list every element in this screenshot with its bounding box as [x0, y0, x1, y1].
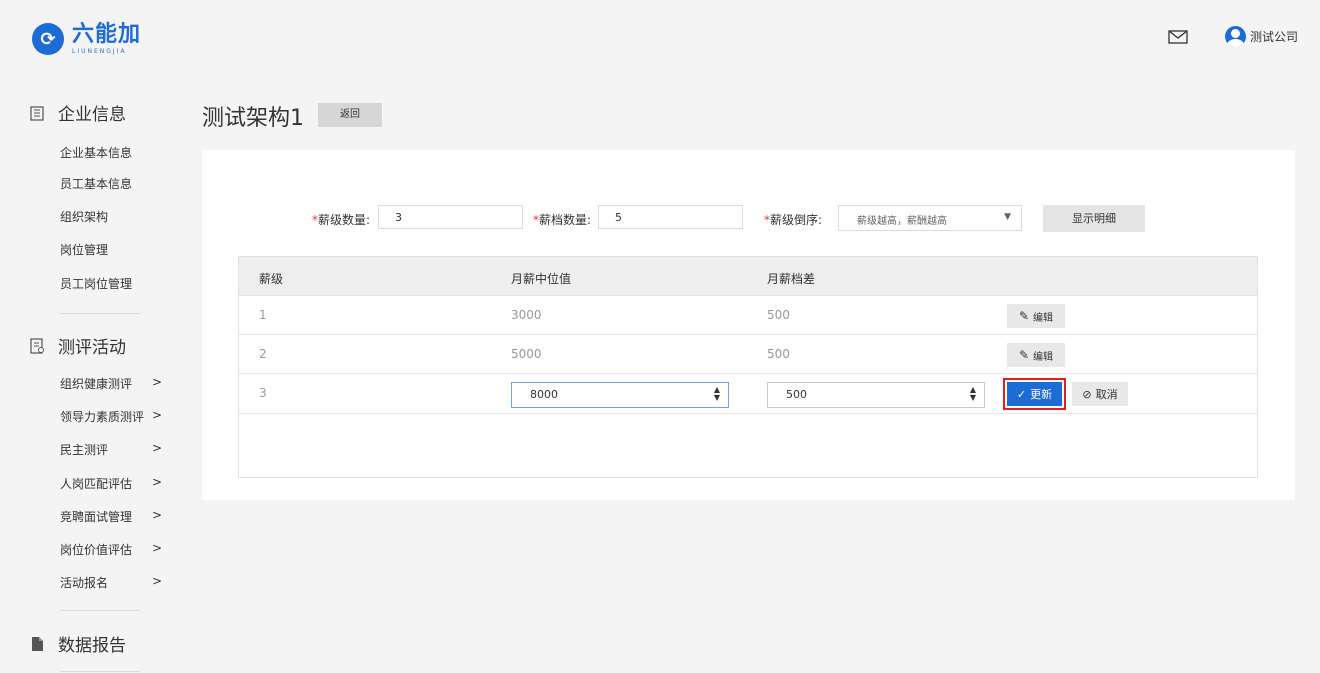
show-detail-button[interactable]: 显示明细	[1043, 205, 1145, 232]
salary-table: 薪级 月薪中位值 月薪档差 1 3000 500 ✎ 编辑 2 5000 500…	[238, 256, 1258, 478]
table-row: 2 5000 500 ✎ 编辑	[239, 334, 1257, 374]
cell-diff: 500	[767, 308, 790, 322]
user-avatar-icon	[1225, 26, 1246, 47]
table-row-editing: 3 8000 ▲ ▼ 500 ▲ ▼ ✓ 更新 ⊘ 取消	[239, 373, 1257, 414]
sidebar-divider	[60, 313, 140, 314]
logo-mark-icon: ⟳	[32, 23, 64, 55]
cell-median: 5000	[511, 347, 542, 361]
band-count-input[interactable]: 5	[598, 205, 743, 229]
update-label: 更新	[1030, 388, 1053, 401]
level-count-input[interactable]: 3	[378, 205, 523, 229]
top-header: ⟳ 六能加 LIUNENGJIA 测试公司	[0, 0, 1320, 75]
sidebar-item-org-health[interactable]: 组织健康测评 >	[60, 375, 170, 392]
median-input[interactable]: 8000 ▲ ▼	[511, 382, 729, 408]
sidebar-item-interview[interactable]: 竞聘面试管理 >	[60, 508, 170, 525]
sidebar: 企业信息 企业基本信息 员工基本信息 组织架构 岗位管理 员工岗位管理 测评活动…	[0, 75, 190, 673]
sidebar-section-title: 测评活动	[58, 338, 126, 358]
sidebar-item-job-value[interactable]: 岗位价值评估 >	[60, 541, 170, 558]
sidebar-section-assessment[interactable]: 测评活动	[28, 333, 126, 358]
pencil-icon: ✎	[1018, 348, 1030, 362]
diff-input[interactable]: 500 ▲ ▼	[767, 382, 985, 408]
column-header-level: 薪级	[259, 272, 284, 286]
sidebar-section-company[interactable]: 企业信息	[28, 100, 126, 125]
sidebar-item-employee-position[interactable]: 员工岗位管理	[60, 275, 170, 292]
table-row: 1 3000 500 ✎ 编辑	[239, 295, 1257, 335]
sidebar-item-registration[interactable]: 活动报名 >	[60, 574, 170, 591]
sidebar-item-employee-info[interactable]: 员工基本信息	[60, 175, 170, 192]
stepper-arrows-icon[interactable]: ▲ ▼	[714, 386, 720, 402]
pencil-icon: ✎	[1018, 309, 1030, 323]
clipboard-icon	[28, 337, 46, 355]
edit-button[interactable]: ✎ 编辑	[1007, 304, 1065, 328]
level-count-label: *薪级数量:	[312, 213, 371, 227]
median-input-value: 8000	[530, 388, 558, 401]
chevron-right-icon: >	[152, 441, 163, 455]
document-icon	[28, 635, 46, 653]
cell-diff: 500	[767, 347, 790, 361]
chevron-right-icon: >	[152, 375, 163, 389]
back-button[interactable]: 返回	[318, 103, 382, 127]
column-header-median: 月薪中位值	[511, 272, 572, 286]
sidebar-item-democratic[interactable]: 民主测评 >	[60, 441, 170, 458]
table-header: 薪级 月薪中位值 月薪档差	[239, 257, 1257, 295]
logo-subtitle: LIUNENGJIA	[72, 47, 127, 55]
sidebar-item-person-job-match[interactable]: 人岗匹配评估 >	[60, 475, 170, 492]
check-icon: ✓	[1016, 387, 1027, 401]
chevron-right-icon: >	[152, 541, 163, 555]
sidebar-item-label: 民主测评	[60, 443, 109, 457]
update-button[interactable]: ✓ 更新	[1003, 378, 1066, 410]
column-header-diff: 月薪档差	[767, 272, 816, 286]
sidebar-item-label: 岗位价值评估	[60, 543, 133, 557]
sidebar-item-company-info[interactable]: 企业基本信息	[60, 144, 170, 161]
sidebar-item-leadership[interactable]: 领导力素质测评 >	[60, 408, 170, 425]
chevron-right-icon: >	[152, 408, 163, 422]
logo-title: 六能加	[72, 21, 142, 47]
cancel-button[interactable]: ⊘ 取消	[1072, 382, 1128, 406]
edit-button[interactable]: ✎ 编辑	[1007, 343, 1065, 367]
diff-input-value: 500	[786, 388, 807, 401]
building-icon	[28, 104, 46, 122]
cell-level: 2	[259, 347, 267, 361]
user-name: 测试公司	[1250, 30, 1299, 44]
edit-label: 编辑	[1033, 351, 1054, 363]
sidebar-item-label: 竞聘面试管理	[60, 510, 133, 524]
level-order-label: *薪级倒序:	[764, 213, 823, 227]
sidebar-section-reports[interactable]: 数据报告	[28, 631, 126, 656]
sidebar-divider	[60, 610, 140, 611]
level-order-select[interactable]: 薪级越高，薪酬越高 ▼	[838, 205, 1022, 231]
mail-icon[interactable]	[1168, 29, 1188, 45]
cell-level: 1	[259, 308, 267, 322]
sidebar-item-position-mgmt[interactable]: 岗位管理	[60, 241, 170, 258]
stepper-arrows-icon[interactable]: ▲ ▼	[970, 386, 976, 402]
cancel-label: 取消	[1095, 388, 1118, 401]
chevron-right-icon: >	[152, 475, 163, 489]
page-title: 测试架构1	[202, 106, 304, 131]
user-menu[interactable]: 测试公司	[1225, 26, 1298, 47]
sidebar-item-org-structure[interactable]: 组织架构	[60, 208, 170, 225]
sidebar-divider	[60, 671, 140, 672]
sidebar-item-label: 活动报名	[60, 576, 109, 590]
sidebar-section-title: 企业信息	[58, 105, 126, 125]
band-count-label: *薪档数量:	[533, 213, 592, 227]
caret-down-icon: ▼	[1004, 212, 1011, 222]
logo[interactable]: ⟳ 六能加 LIUNENGJIA	[32, 22, 141, 56]
sidebar-section-title: 数据报告	[58, 636, 126, 656]
edit-label: 编辑	[1033, 312, 1054, 324]
ban-icon: ⊘	[1082, 387, 1092, 401]
cell-median: 3000	[511, 308, 542, 322]
cell-level: 3	[259, 386, 267, 400]
sidebar-item-label: 组织健康测评	[60, 377, 133, 391]
sidebar-item-label: 领导力素质测评	[60, 410, 145, 424]
level-order-value: 薪级越高，薪酬越高	[857, 216, 947, 227]
chevron-right-icon: >	[152, 508, 163, 522]
chevron-right-icon: >	[152, 574, 163, 588]
sidebar-item-label: 人岗匹配评估	[60, 477, 133, 491]
